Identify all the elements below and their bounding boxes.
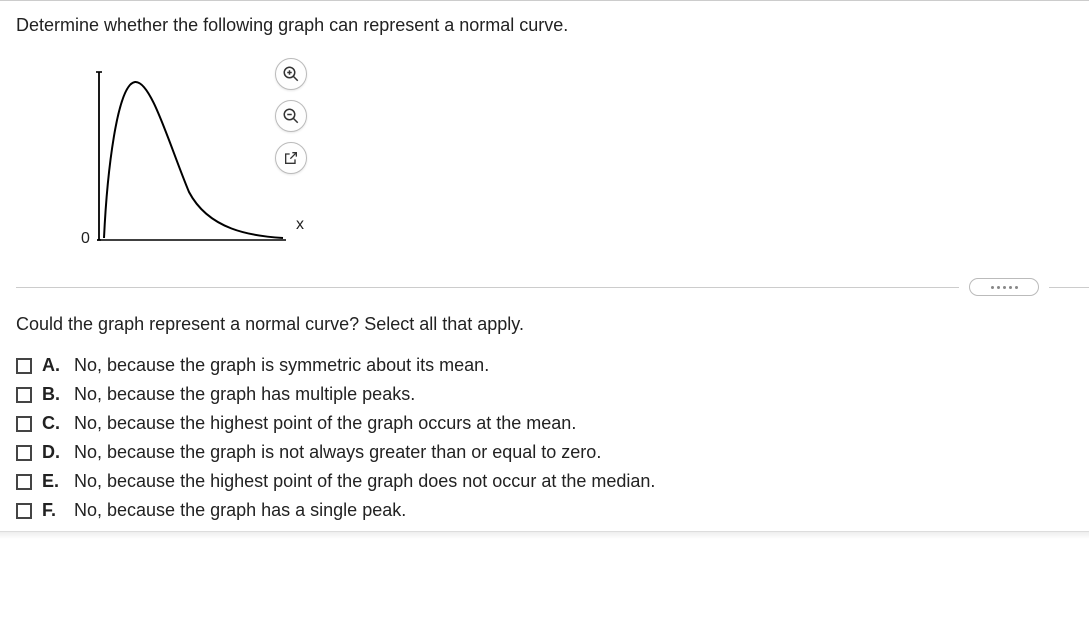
- option-d: D. No, because the graph is not always g…: [16, 442, 1089, 463]
- checkbox-d[interactable]: [16, 445, 32, 461]
- option-b: B. No, because the graph has multiple pe…: [16, 384, 1089, 405]
- option-text: No, because the graph has a single peak.: [74, 500, 406, 521]
- option-f: F. No, because the graph has a single pe…: [16, 500, 1089, 521]
- bottom-edge: [0, 531, 1089, 539]
- figure-row: 0 x: [41, 54, 1089, 254]
- x-axis-label: x: [296, 216, 304, 234]
- checkbox-c[interactable]: [16, 416, 32, 432]
- option-a: A. No, because the graph is symmetric ab…: [16, 355, 1089, 376]
- checkbox-f[interactable]: [16, 503, 32, 519]
- checkbox-a[interactable]: [16, 358, 32, 374]
- options-list: A. No, because the graph is symmetric ab…: [16, 355, 1089, 521]
- question-text: Determine whether the following graph ca…: [16, 15, 1089, 36]
- option-letter: F.: [42, 500, 64, 521]
- option-letter: E.: [42, 471, 64, 492]
- zero-label: 0: [81, 230, 90, 248]
- option-text: No, because the graph has multiple peaks…: [74, 384, 415, 405]
- option-letter: B.: [42, 384, 64, 405]
- option-text: No, because the graph is not always grea…: [74, 442, 601, 463]
- option-letter: D.: [42, 442, 64, 463]
- option-text: No, because the graph is symmetric about…: [74, 355, 489, 376]
- graph-box: 0 x: [41, 54, 261, 254]
- option-c: C. No, because the highest point of the …: [16, 413, 1089, 434]
- option-e: E. No, because the highest point of the …: [16, 471, 1089, 492]
- divider-line: [1049, 287, 1089, 288]
- option-letter: A.: [42, 355, 64, 376]
- section-divider: [16, 278, 1089, 296]
- subquestion-text: Could the graph represent a normal curve…: [16, 314, 1089, 335]
- checkbox-b[interactable]: [16, 387, 32, 403]
- question-container: Determine whether the following graph ca…: [0, 0, 1089, 553]
- checkbox-e[interactable]: [16, 474, 32, 490]
- divider-line: [16, 287, 959, 288]
- option-letter: C.: [42, 413, 64, 434]
- option-text: No, because the highest point of the gra…: [74, 413, 576, 434]
- resize-grip[interactable]: [969, 278, 1039, 296]
- option-text: No, because the highest point of the gra…: [74, 471, 655, 492]
